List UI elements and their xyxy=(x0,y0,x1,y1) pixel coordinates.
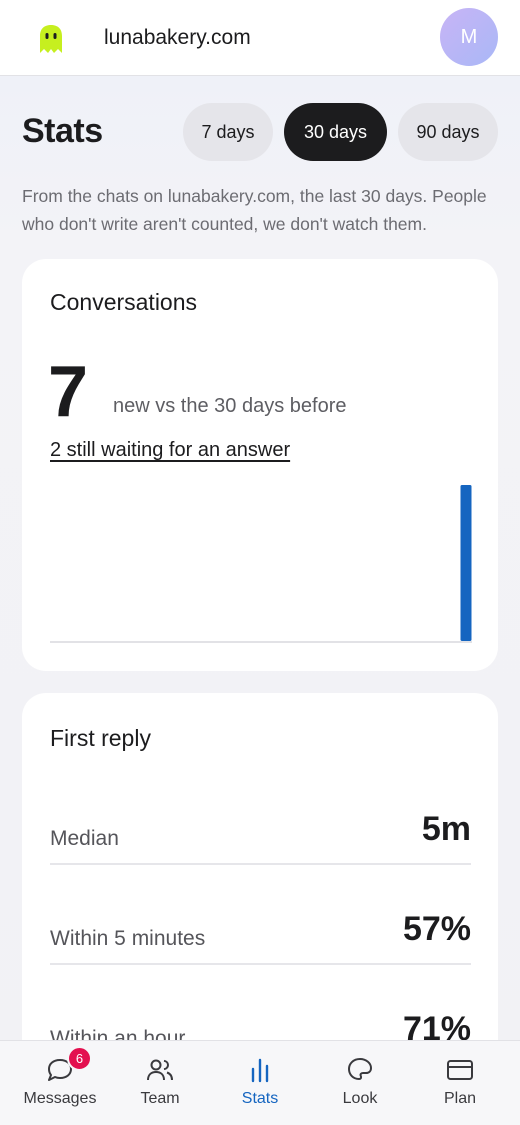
avatar[interactable]: M xyxy=(440,8,498,66)
nav-label: Stats xyxy=(241,1090,279,1107)
nav-label: Look xyxy=(342,1090,378,1107)
stat-value: 5m xyxy=(421,810,471,848)
stat-row-within-5-minutes: Within 5 minutes 57% xyxy=(50,893,471,965)
bottom-nav: 6 Messages Team Stats Look Plan xyxy=(0,1040,520,1125)
unread-badge: 6 xyxy=(67,1046,92,1071)
intro-text: From the chats on lunabakery.com, the la… xyxy=(22,186,487,234)
people-icon xyxy=(147,1059,173,1081)
conversation-count: 7 xyxy=(48,352,89,432)
nav-team[interactable]: Team xyxy=(110,1041,210,1125)
page-title: Stats xyxy=(22,112,103,150)
nav-messages[interactable]: 6 Messages xyxy=(10,1041,110,1125)
range-7-days-button[interactable]: 7 days xyxy=(183,103,273,161)
nav-plan[interactable]: Plan xyxy=(410,1041,510,1125)
ghost-icon[interactable] xyxy=(38,24,64,54)
stat-value: 57% xyxy=(402,910,471,948)
range-90-days-button[interactable]: 90 days xyxy=(398,103,498,161)
nav-label: Team xyxy=(140,1090,180,1107)
stat-row-median: Median 5m xyxy=(50,793,471,865)
conversations-title: Conversations xyxy=(50,289,198,315)
first-reply-title: First reply xyxy=(50,725,151,751)
range-30-days-button[interactable]: 30 days xyxy=(284,103,387,161)
conversations-card: Conversations 7 new vs the 30 days befor… xyxy=(22,259,498,671)
chart-bar xyxy=(460,485,472,641)
site-name[interactable]: lunabakery.com xyxy=(104,26,251,50)
waiting-link[interactable]: 2 still waiting for an answer xyxy=(50,439,290,462)
comparison-text: new vs the 30 days before xyxy=(113,395,347,417)
bar-chart-icon xyxy=(251,1058,269,1083)
top-bar: lunabakery.com M xyxy=(0,0,520,76)
palette-icon xyxy=(348,1058,372,1080)
conversations-chart xyxy=(50,485,472,643)
nav-label: Plan xyxy=(443,1090,477,1107)
first-reply-card: First reply Median 5m Within 5 minutes 5… xyxy=(22,693,498,1093)
nav-look[interactable]: Look xyxy=(310,1041,410,1125)
nav-stats[interactable]: Stats xyxy=(210,1041,310,1125)
card-icon xyxy=(447,1060,473,1080)
stat-label: Within 5 minutes xyxy=(50,927,206,950)
stat-label: Median xyxy=(50,827,119,850)
nav-label: Messages xyxy=(23,1090,97,1107)
